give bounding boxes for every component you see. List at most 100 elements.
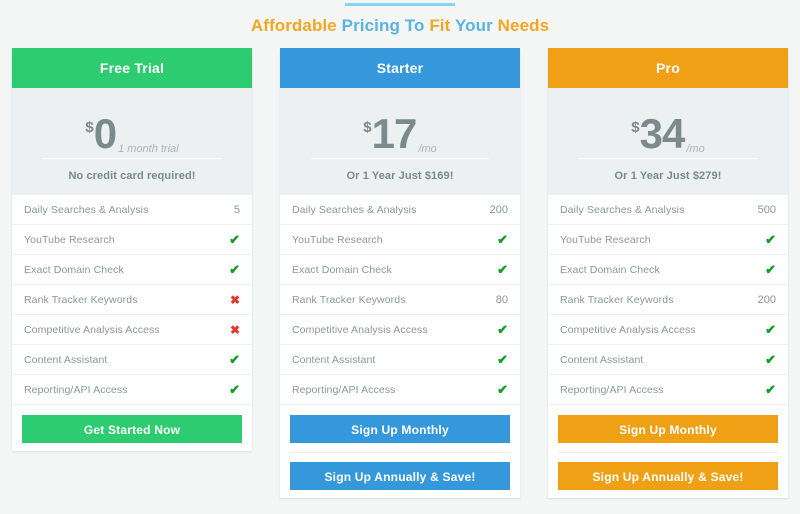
feature-label: YouTube Research — [24, 233, 115, 246]
feature-row: Competitive Analysis Access ✔ — [548, 315, 788, 345]
page-title-word: Your — [454, 16, 493, 35]
feature-list: Daily Searches & Analysis 200 YouTube Rese… — [280, 195, 520, 405]
feature-label: Content Assistant — [560, 353, 644, 366]
check-icon: ✔ — [765, 352, 776, 367]
page-title-word: Pricing To — [341, 16, 425, 35]
feature-row: Rank Tracker Keywords 80 — [280, 285, 520, 315]
page-title-word: Fit — [429, 16, 451, 35]
price-period: /mo — [418, 143, 437, 155]
cross-icon: ✖ — [229, 292, 240, 307]
feature-row: Competitive Analysis Access ✖ — [12, 315, 252, 345]
pricing-card-starter: Starter $17/mo Or 1 Year Just $169! Daily S… — [280, 48, 520, 498]
feature-row: Daily Searches & Analysis 200 — [280, 195, 520, 225]
feature-label: Rank Tracker Keywords — [292, 293, 406, 306]
feature-row: Rank Tracker Keywords 200 — [548, 285, 788, 315]
page-title-word: Needs — [497, 16, 550, 35]
check-icon: ✔ — [229, 382, 240, 397]
page-title-word: Affordable — [250, 16, 337, 35]
feature-row: Exact Domain Check ✔ — [548, 255, 788, 285]
feature-label: Exact Domain Check — [560, 263, 660, 276]
feature-label: Competitive Analysis Access — [24, 323, 160, 336]
check-icon: ✔ — [229, 352, 240, 367]
check-icon: ✔ — [765, 382, 776, 397]
feature-label: YouTube Research — [292, 233, 383, 246]
check-icon: ✔ — [497, 232, 508, 247]
feature-label: Rank Tracker Keywords — [560, 293, 674, 306]
price-period: 1 month trial — [118, 143, 179, 155]
check-icon: ✔ — [497, 352, 508, 367]
price-note: Or 1 Year Just $169! — [346, 170, 454, 182]
feature-label: Daily Searches & Analysis — [560, 203, 685, 216]
feature-row: Reporting/API Access ✔ — [280, 375, 520, 405]
price-period: /mo — [686, 143, 705, 155]
feature-row: Exact Domain Check ✔ — [280, 255, 520, 285]
feature-value: 200 — [757, 293, 776, 306]
price: $34/mo — [548, 100, 788, 157]
pricing-page: Affordable Pricing To Fit Your Needs Fre… — [0, 0, 800, 514]
feature-label: Exact Domain Check — [24, 263, 124, 276]
feature-label: Reporting/API Access — [560, 383, 664, 396]
check-icon: ✔ — [497, 322, 508, 337]
action-divider — [558, 452, 778, 453]
get-started-now-button[interactable]: Get Started Now — [22, 415, 242, 443]
feature-row: Exact Domain Check ✔ — [12, 255, 252, 285]
check-icon: ✔ — [497, 382, 508, 397]
feature-value: 200 — [489, 203, 508, 216]
price: $0 1 month trial — [12, 100, 252, 157]
pricing-card-list: Free Trial $0 1 month trial No credit card … — [12, 48, 788, 498]
feature-label: Daily Searches & Analysis — [292, 203, 417, 216]
check-icon: ✔ — [497, 262, 508, 277]
price-block: $0 1 month trial No credit card required! — [12, 88, 252, 195]
price-block: $34/mo Or 1 Year Just $279! — [548, 88, 788, 195]
section-divider — [345, 3, 455, 6]
sign-up-annually-save-button[interactable]: Sign Up Annually & Save! — [558, 462, 778, 490]
check-icon: ✔ — [229, 262, 240, 277]
feature-row: YouTube Research ✔ — [280, 225, 520, 255]
cross-icon: ✖ — [229, 322, 240, 337]
price-block: $17/mo Or 1 Year Just $169! — [280, 88, 520, 195]
plan-name-pro: Pro — [548, 48, 788, 88]
price-amount: 17 — [371, 110, 418, 157]
feature-list: Daily Searches & Analysis 5 YouTube Resear… — [12, 195, 252, 405]
feature-row: Content Assistant ✔ — [280, 345, 520, 375]
feature-value: 500 — [757, 203, 776, 216]
feature-label: YouTube Research — [560, 233, 651, 246]
feature-list: Daily Searches & Analysis 500 YouTube Rese… — [548, 195, 788, 405]
feature-row: Competitive Analysis Access ✔ — [280, 315, 520, 345]
feature-label: Exact Domain Check — [292, 263, 392, 276]
price-amount: 0 — [93, 110, 117, 157]
feature-label: Reporting/API Access — [292, 383, 396, 396]
card-actions: Sign Up Monthly Sign Up Annually & Save! — [548, 405, 788, 490]
sign-up-monthly-button[interactable]: Sign Up Monthly — [290, 415, 510, 443]
feature-row: Daily Searches & Analysis 500 — [548, 195, 788, 225]
feature-row: Content Assistant ✔ — [12, 345, 252, 375]
feature-row: YouTube Research ✔ — [548, 225, 788, 255]
feature-row: Reporting/API Access ✔ — [548, 375, 788, 405]
price-note: No credit card required! — [68, 170, 196, 182]
feature-label: Competitive Analysis Access — [560, 323, 696, 336]
feature-label: Daily Searches & Analysis — [24, 203, 149, 216]
price-note: Or 1 Year Just $279! — [614, 170, 722, 182]
feature-label: Competitive Analysis Access — [292, 323, 428, 336]
feature-row: Reporting/API Access ✔ — [12, 375, 252, 405]
feature-label: Reporting/API Access — [24, 383, 128, 396]
feature-label: Rank Tracker Keywords — [24, 293, 138, 306]
feature-row: Daily Searches & Analysis 5 — [12, 195, 252, 225]
action-divider — [290, 452, 510, 453]
feature-row: Content Assistant ✔ — [548, 345, 788, 375]
feature-row: Rank Tracker Keywords ✖ — [12, 285, 252, 315]
feature-label: Content Assistant — [24, 353, 108, 366]
sign-up-annually-save-button[interactable]: Sign Up Annually & Save! — [290, 462, 510, 490]
feature-value: 5 — [233, 203, 240, 216]
feature-row: YouTube Research ✔ — [12, 225, 252, 255]
check-icon: ✔ — [765, 262, 776, 277]
price-currency: $ — [631, 119, 640, 136]
pricing-card-free-trial: Free Trial $0 1 month trial No credit card … — [12, 48, 252, 451]
feature-label: Content Assistant — [292, 353, 376, 366]
card-actions: Get Started Now — [12, 405, 252, 443]
pricing-card-pro: Pro $34/mo Or 1 Year Just $279! Daily Searc… — [548, 48, 788, 498]
check-icon: ✔ — [765, 232, 776, 247]
plan-name-free-trial: Free Trial — [12, 48, 252, 88]
sign-up-monthly-button[interactable]: Sign Up Monthly — [558, 415, 778, 443]
page-title: Affordable Pricing To Fit Your Needs — [0, 16, 800, 36]
